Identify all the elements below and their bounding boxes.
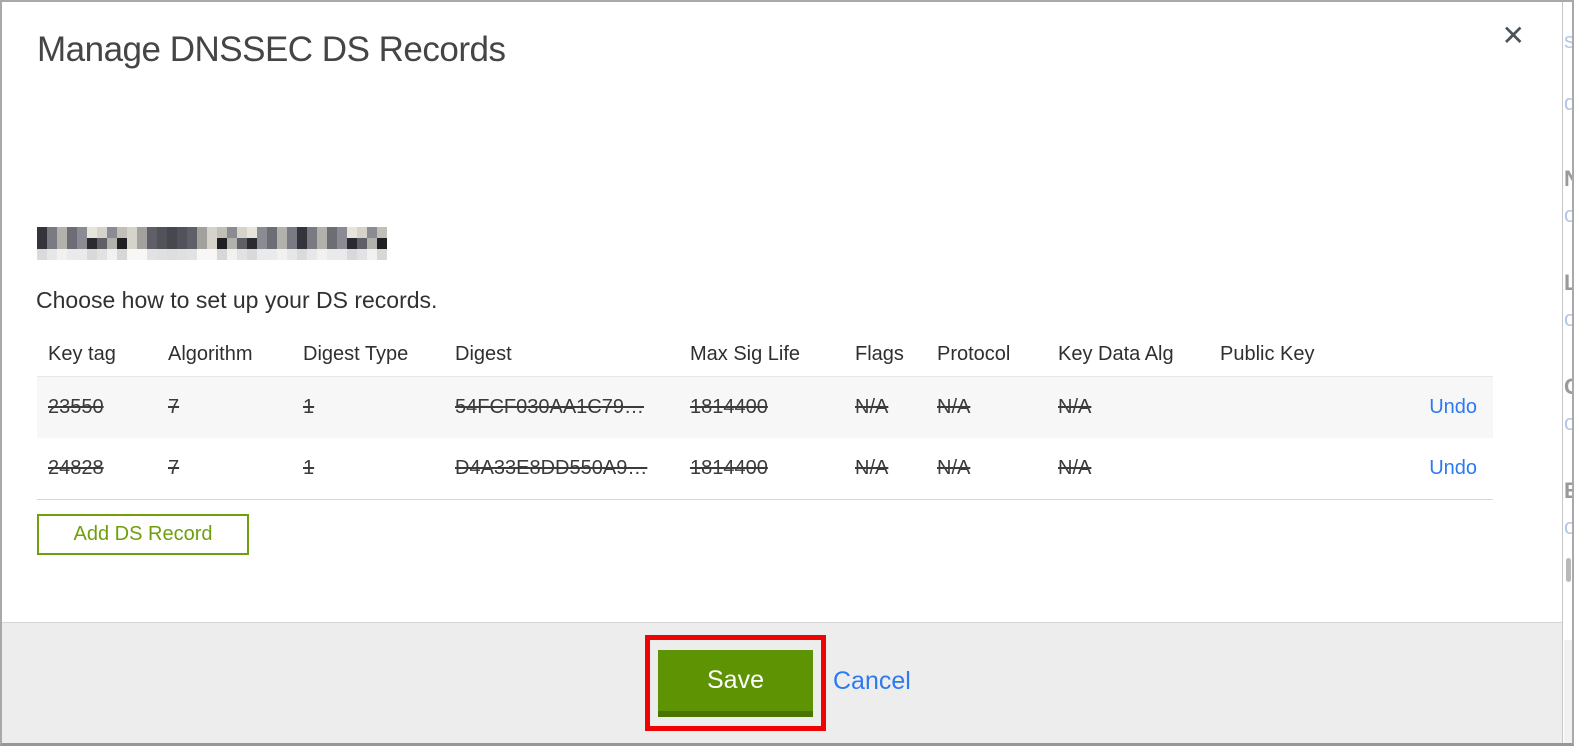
cell-protocol: N/A bbox=[937, 396, 971, 418]
col-key-tag: Key tag bbox=[48, 343, 116, 365]
background-text-fragment: o bbox=[1564, 516, 1572, 538]
cell-max-sig-life: 1814400 bbox=[690, 396, 768, 418]
screenshot-frame: Manage DNSSEC DS Records ✕ Choose how to… bbox=[0, 0, 1574, 746]
scrollbar-thumb[interactable] bbox=[1566, 558, 1571, 582]
background-text-fragment: N bbox=[1564, 168, 1572, 190]
cancel-link[interactable]: Cancel bbox=[833, 667, 911, 696]
cell-protocol: N/A bbox=[937, 457, 971, 479]
redacted-domain-name bbox=[37, 227, 387, 260]
cell-digest: 54FCF030AA1C79… bbox=[455, 396, 644, 418]
background-text-fragment: o bbox=[1564, 308, 1572, 330]
col-algorithm: Algorithm bbox=[168, 343, 253, 365]
setup-instruction: Choose how to set up your DS records. bbox=[36, 287, 438, 313]
cell-key-data-alg: N/A bbox=[1058, 396, 1092, 418]
col-flags: Flags bbox=[855, 343, 904, 365]
dnssec-modal: Manage DNSSEC DS Records ✕ Choose how to… bbox=[2, 2, 1563, 743]
cell-digest: D4A33E8DD550A9… bbox=[455, 457, 648, 479]
table-header-row: Key tag Algorithm Digest Type Digest Max… bbox=[37, 333, 1493, 376]
background-page-sliver: sdNoLoCoEo bbox=[1564, 2, 1572, 743]
cell-key-tag: 23550 bbox=[48, 396, 104, 418]
cell-key-tag: 24828 bbox=[48, 457, 104, 479]
col-max-sig-life: Max Sig Life bbox=[690, 343, 801, 365]
background-text-fragment: d bbox=[1564, 92, 1572, 114]
background-text-fragment: s bbox=[1564, 30, 1572, 52]
undo-link[interactable]: Undo bbox=[1429, 396, 1477, 418]
col-public-key: Public Key bbox=[1220, 343, 1315, 365]
table-row: 23550 7 1 54FCF030AA1C79… 1814400 N/A N/… bbox=[37, 376, 1493, 438]
save-button[interactable]: Save bbox=[658, 649, 813, 717]
ds-records-table: Key tag Algorithm Digest Type Digest Max… bbox=[37, 333, 1493, 500]
cell-key-data-alg: N/A bbox=[1058, 457, 1092, 479]
cell-digest-type: 1 bbox=[303, 457, 315, 479]
cell-max-sig-life: 1814400 bbox=[690, 457, 768, 479]
modal-footer: Save Cancel bbox=[2, 622, 1562, 743]
cell-flags: N/A bbox=[855, 457, 889, 479]
cell-algorithm: 7 bbox=[168, 457, 180, 479]
cell-algorithm: 7 bbox=[168, 396, 180, 418]
undo-link[interactable]: Undo bbox=[1429, 457, 1477, 479]
table-row: 24828 7 1 D4A33E8DD550A9… 1814400 N/A N/… bbox=[37, 438, 1493, 500]
add-ds-record-button[interactable]: Add DS Record bbox=[37, 514, 249, 555]
background-text-fragment: C bbox=[1564, 376, 1572, 398]
col-key-data-alg: Key Data Alg bbox=[1058, 343, 1174, 365]
close-icon[interactable]: ✕ bbox=[1502, 22, 1525, 50]
modal-title: Manage DNSSEC DS Records bbox=[37, 30, 506, 69]
annotation-highlight-box: Save bbox=[645, 635, 826, 731]
background-text-fragment: E bbox=[1564, 480, 1572, 502]
background-text-fragment: o bbox=[1564, 204, 1572, 226]
cell-flags: N/A bbox=[855, 396, 889, 418]
background-text-fragment: L bbox=[1564, 272, 1572, 294]
cell-digest-type: 1 bbox=[303, 396, 315, 418]
col-digest-type: Digest Type bbox=[303, 343, 409, 365]
col-digest: Digest bbox=[455, 343, 512, 365]
background-page-footer bbox=[1564, 640, 1572, 743]
background-text-fragment: o bbox=[1564, 412, 1572, 434]
col-protocol: Protocol bbox=[937, 343, 1011, 365]
